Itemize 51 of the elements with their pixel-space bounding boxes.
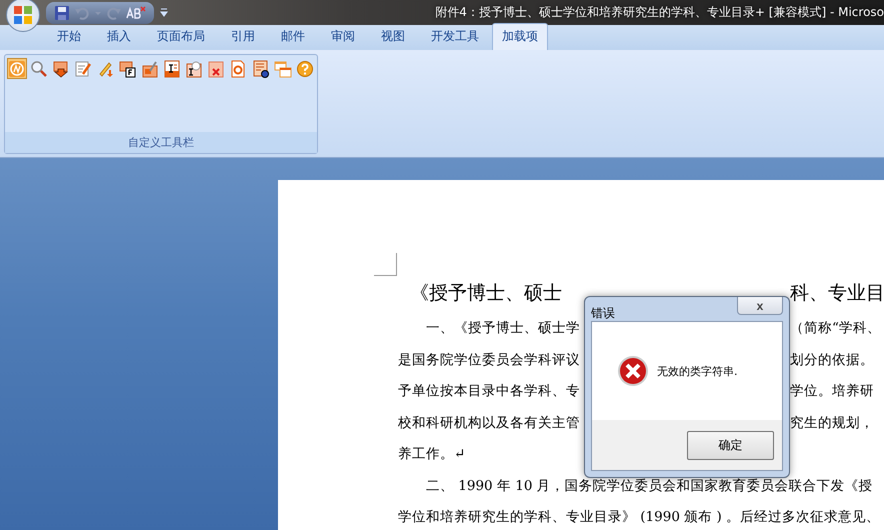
- ok-button[interactable]: 确定: [687, 430, 774, 460]
- ribbon-tab[interactable]: 邮件: [268, 28, 318, 50]
- ribbon-tab[interactable]: 插入: [94, 28, 144, 50]
- document-edit-icon: [74, 60, 92, 78]
- help-icon: [296, 60, 314, 78]
- spelling-icon[interactable]: [126, 4, 146, 20]
- windows-logo-icon: [12, 4, 34, 26]
- group-label: 自定义工具栏: [5, 132, 317, 153]
- search-icon: [30, 60, 48, 78]
- image-edit-icon: [140, 60, 159, 78]
- text-cursor-icon: [163, 60, 182, 78]
- error-icon: [617, 355, 649, 387]
- document-refresh-icon: [229, 60, 248, 78]
- ribbon-tab[interactable]: 页面布局: [144, 28, 218, 50]
- document-text: 二、 1990 年 10 月，国务院学位委员会和国家教育委员会联合下发《授: [425, 476, 873, 496]
- dialog-title: 错误: [591, 305, 615, 322]
- save-icon[interactable]: [54, 4, 70, 20]
- document-text: 究生的规划，: [790, 414, 874, 432]
- document-text: 是国务院学位委员会学科评议: [398, 350, 581, 370]
- document-text: 学位和培养研究生的学科、专业目录》 (1990 颁布 ) 。后经过多次征求意见、: [398, 508, 880, 527]
- ribbon-tab[interactable]: 视图: [368, 28, 418, 50]
- document-text: 校和科研机构以及各有关主管: [398, 414, 581, 432]
- ribbon-tab[interactable]: 开发工具: [418, 28, 492, 50]
- error-message: 无效的类字符串.: [657, 364, 738, 378]
- ribbon-tab[interactable]: 引用: [218, 28, 268, 50]
- book-arrow-icon: [52, 60, 70, 78]
- document-text: 一、《授予博士、硕士学: [425, 319, 581, 338]
- document-text: 划分的依据。: [790, 350, 874, 370]
- document-text: 《授予博士、硕士: [409, 281, 563, 306]
- ribbon-tab[interactable]: 加载项: [492, 23, 548, 50]
- delete-icon: [207, 60, 226, 78]
- ribbon-tab[interactable]: 开始: [44, 28, 94, 50]
- document-text: （简称“学科、: [790, 319, 881, 338]
- document-text: 养工作。↵: [398, 445, 466, 464]
- close-button[interactable]: x: [737, 297, 783, 315]
- emblem-icon: [8, 60, 26, 78]
- pencil-arrow-icon: [96, 60, 115, 78]
- document-text: 予单位按本目录中各学科、专: [398, 382, 581, 401]
- customize-caret-icon[interactable]: [160, 8, 168, 18]
- document-person-icon: [252, 60, 270, 78]
- text-search-icon: [185, 60, 204, 78]
- window-title: 附件4：授予博士、硕士学位和培养研究生的学科、专业目录+ [兼容模式] - Microso: [435, 4, 884, 21]
- document-text: 学位。培养研: [790, 382, 874, 401]
- ribbon-tab[interactable]: 审阅: [318, 28, 368, 50]
- margin-corner-mark: [374, 253, 397, 276]
- book-f-icon: [118, 60, 137, 78]
- toolbar-button[interactable]: [250, 58, 271, 79]
- office-button[interactable]: [6, 0, 40, 32]
- toolbar-button[interactable]: [162, 58, 182, 79]
- windows-icon: [274, 60, 292, 78]
- document-text: 科、专业目: [790, 281, 884, 306]
